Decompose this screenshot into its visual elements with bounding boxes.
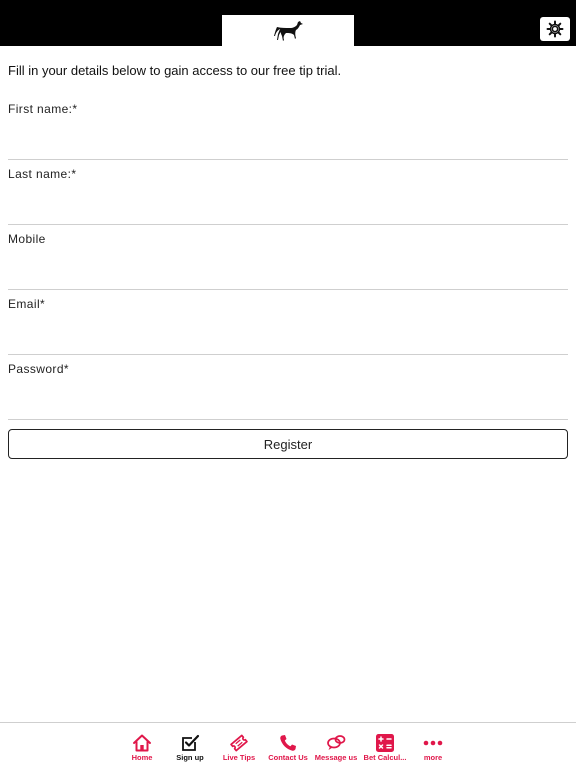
email-label: Email* [8,297,46,311]
first-name-underline [8,159,568,160]
email-underline [8,354,568,355]
first-name-field: First name:* [8,102,568,160]
calculator-icon [376,734,394,752]
last-name-input[interactable] [8,189,568,213]
tab-contact-us[interactable]: Contact Us [264,723,312,769]
password-field: Password* [8,362,568,420]
tab-more-label: more [423,753,443,762]
password-input[interactable] [8,384,568,408]
first-name-label: First name:* [8,102,78,116]
mobile-underline [8,289,568,290]
tab-message-us[interactable]: Message us [312,723,360,769]
tab-home[interactable]: Home [118,723,166,769]
home-icon [133,734,151,752]
first-name-input[interactable] [8,124,568,148]
last-name-underline [8,224,568,225]
tab-live-tips[interactable]: Live Tips [215,723,263,769]
checkbox-icon [182,734,200,751]
gear-icon [546,20,564,38]
more-icon [423,740,443,746]
tab-sign-up-label: Sign up [176,753,204,762]
mobile-field: Mobile [8,232,568,290]
tab-message-us-label: Message us [314,753,358,762]
password-label: Password* [8,362,69,376]
phone-icon [280,735,296,751]
email-input[interactable] [8,319,568,343]
settings-button[interactable] [540,17,570,41]
intro-text: Fill in your details below to gain acces… [8,63,342,78]
tab-sign-up[interactable]: Sign up [166,723,214,769]
tab-more[interactable]: more [409,723,457,769]
last-name-label: Last name:* [8,167,77,181]
chat-icon [327,735,346,750]
mobile-label: Mobile [8,232,46,246]
mobile-input[interactable] [8,254,568,278]
tab-live-tips-label: Live Tips [222,753,256,762]
ticket-icon [230,734,248,752]
last-name-field: Last name:* [8,167,568,225]
password-underline [8,419,568,420]
tab-bet-calculator[interactable]: Bet Calcul... [361,723,409,769]
greyhound-logo-icon [274,20,303,41]
logo[interactable] [222,15,354,46]
bottom-tab-bar: Home Sign up Live Tips Contact Us Messag… [0,722,576,769]
register-button[interactable]: Register [8,429,568,459]
email-field: Email* [8,297,568,355]
header-bar [0,0,576,46]
